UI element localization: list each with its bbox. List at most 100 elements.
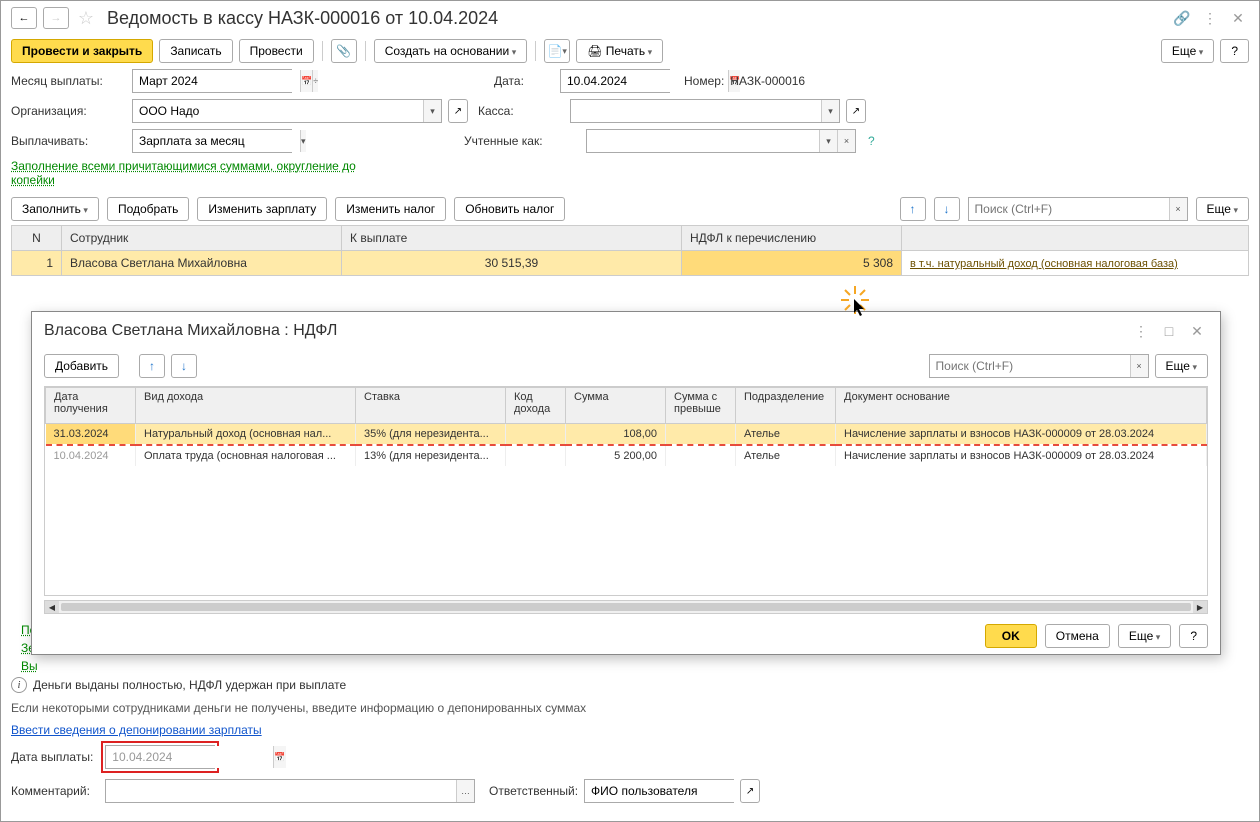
- move-up-button[interactable]: ↑: [139, 354, 165, 378]
- cell-ndfl[interactable]: 5 308: [682, 251, 902, 276]
- natural-income-link[interactable]: в т.ч. натуральный доход (основная налог…: [910, 258, 1178, 270]
- modal-search-input[interactable]: ×: [929, 354, 1149, 378]
- col-dept: Подразделение: [736, 388, 836, 424]
- table-actions: Заполнить Подобрать Изменить зарплату Из…: [1, 197, 1259, 221]
- print-button[interactable]: 🖨 Печать: [576, 39, 663, 63]
- rounding-link[interactable]: Заполнение всеми причитающимися суммами,…: [11, 159, 391, 187]
- calendar-icon[interactable]: 📅: [300, 70, 312, 92]
- favorite-icon[interactable]: ☆: [75, 7, 97, 29]
- modal-maximize-icon[interactable]: □: [1158, 320, 1180, 342]
- col-sumex: Сумма с превыше: [666, 388, 736, 424]
- modal-more-button[interactable]: Еще: [1155, 354, 1208, 378]
- table-row[interactable]: 10.04.2024 Оплата труда (основная налого…: [46, 445, 1207, 466]
- add-button[interactable]: Добавить: [44, 354, 119, 378]
- scroll-left-icon[interactable]: ◀: [45, 601, 59, 613]
- scroll-thumb[interactable]: [61, 603, 1191, 611]
- separator: [365, 41, 366, 61]
- responsible-input[interactable]: ▾: [584, 779, 734, 803]
- open-ref-button[interactable]: ↗: [846, 99, 866, 123]
- calendar-icon[interactable]: 📅: [273, 746, 285, 768]
- pay-input[interactable]: ▾: [132, 129, 292, 153]
- modal-help-button[interactable]: ?: [1179, 624, 1208, 648]
- comment-input[interactable]: …: [105, 779, 475, 803]
- open-ref-button[interactable]: ↗: [448, 99, 468, 123]
- more-button[interactable]: Еще: [1161, 39, 1214, 63]
- employees-table: N Сотрудник К выплате НДФЛ к перечислени…: [11, 225, 1249, 276]
- spinner-icon[interactable]: ÷: [312, 70, 318, 92]
- number-label: Номер:: [684, 74, 724, 88]
- deposit-link[interactable]: Ввести сведения о депонировании зарплаты: [1, 719, 272, 741]
- post-close-button[interactable]: Провести и закрыть: [11, 39, 153, 63]
- accounted-label: Учтенные как:: [464, 134, 580, 148]
- move-up-button[interactable]: ↑: [900, 197, 926, 221]
- dropdown-icon[interactable]: ▾: [819, 130, 837, 152]
- menu-icon[interactable]: ⋮: [1199, 7, 1221, 29]
- main-toolbar: Провести и закрыть Записать Провести 📎 С…: [1, 35, 1259, 67]
- edit-tax-button[interactable]: Изменить налог: [335, 197, 446, 221]
- forward-button[interactable]: →: [43, 7, 69, 29]
- more-button[interactable]: Еще: [1196, 197, 1249, 221]
- close-icon[interactable]: ✕: [1227, 7, 1249, 29]
- clear-icon[interactable]: ×: [1169, 198, 1187, 220]
- ndfl-table: Дата получения Вид дохода Ставка Код дох…: [45, 387, 1207, 466]
- comment-label: Комментарий:: [11, 784, 99, 798]
- h-scrollbar[interactable]: ◀ ▶: [44, 600, 1208, 614]
- dropdown-icon[interactable]: ▾: [300, 130, 306, 152]
- ok-button[interactable]: OK: [985, 624, 1037, 648]
- help-button[interactable]: ?: [1220, 39, 1249, 63]
- dropdown-icon[interactable]: ▾: [821, 100, 839, 122]
- refresh-tax-button[interactable]: Обновить налог: [454, 197, 565, 221]
- table-row[interactable]: 31.03.2024 Натуральный доход (основная н…: [46, 424, 1207, 446]
- link-icon[interactable]: 🔗: [1171, 7, 1193, 29]
- month-input[interactable]: 📅 ÷: [132, 69, 292, 93]
- deposit-info: Если некоторыми сотрудниками деньги не п…: [1, 697, 1259, 719]
- scroll-right-icon[interactable]: ▶: [1193, 601, 1207, 613]
- table-row[interactable]: 1 Власова Светлана Михайловна 30 515,39 …: [12, 251, 1249, 276]
- kassa-input[interactable]: ▾: [570, 99, 840, 123]
- cell-employee: Власова Светлана Михайловна: [62, 251, 342, 276]
- clear-icon[interactable]: ×: [837, 130, 855, 152]
- search-input[interactable]: ×: [968, 197, 1188, 221]
- move-down-button[interactable]: ↓: [171, 354, 197, 378]
- create-based-button[interactable]: Создать на основании: [374, 39, 528, 63]
- modal-more2-button[interactable]: Еще: [1118, 624, 1171, 648]
- number-value: НАЗК-000016: [730, 74, 805, 88]
- col-doc: Документ основание: [836, 388, 1207, 424]
- attach-button[interactable]: 📎: [331, 39, 357, 63]
- save-button[interactable]: Записать: [159, 39, 232, 63]
- accounted-input[interactable]: ▾ ×: [586, 129, 856, 153]
- export-button[interactable]: 📄: [544, 39, 570, 63]
- modal-close-icon[interactable]: ✕: [1186, 320, 1208, 342]
- date-label: Дата:: [494, 74, 554, 88]
- col-extra: [902, 226, 1249, 251]
- col-sum: Сумма: [566, 388, 666, 424]
- move-down-button[interactable]: ↓: [934, 197, 960, 221]
- separator: [535, 41, 536, 61]
- col-date: Дата получения: [46, 388, 136, 424]
- clear-icon[interactable]: ×: [1130, 355, 1148, 377]
- dropdown-icon[interactable]: ▾: [423, 100, 441, 122]
- separator: [322, 41, 323, 61]
- back-button[interactable]: ←: [11, 7, 37, 29]
- modal-menu-icon[interactable]: ⋮: [1130, 320, 1152, 342]
- open-ref-button[interactable]: ↗: [740, 779, 760, 803]
- fill-button[interactable]: Заполнить: [11, 197, 99, 221]
- ellipsis-icon[interactable]: …: [456, 780, 474, 802]
- print-label: Печать: [606, 44, 645, 58]
- cancel-button[interactable]: Отмена: [1045, 624, 1110, 648]
- ndfl-modal: Власова Светлана Михайловна : НДФЛ ⋮ □ ✕…: [31, 311, 1221, 655]
- help-icon[interactable]: ?: [868, 134, 875, 148]
- org-label: Организация:: [11, 104, 126, 118]
- org-input[interactable]: ▾: [132, 99, 442, 123]
- col-rate: Ставка: [356, 388, 506, 424]
- info-line: i Деньги выданы полностью, НДФЛ удержан …: [1, 673, 1259, 697]
- pay-date-input[interactable]: 📅: [105, 745, 215, 769]
- post-button[interactable]: Провести: [239, 39, 314, 63]
- info-icon: i: [11, 677, 27, 693]
- modal-title: Власова Светлана Михайловна : НДФЛ: [44, 322, 337, 340]
- partial-link[interactable]: Вы: [21, 659, 38, 673]
- edit-salary-button[interactable]: Изменить зарплату: [197, 197, 327, 221]
- col-n: N: [12, 226, 62, 251]
- date-input[interactable]: 📅: [560, 69, 670, 93]
- pick-button[interactable]: Подобрать: [107, 197, 189, 221]
